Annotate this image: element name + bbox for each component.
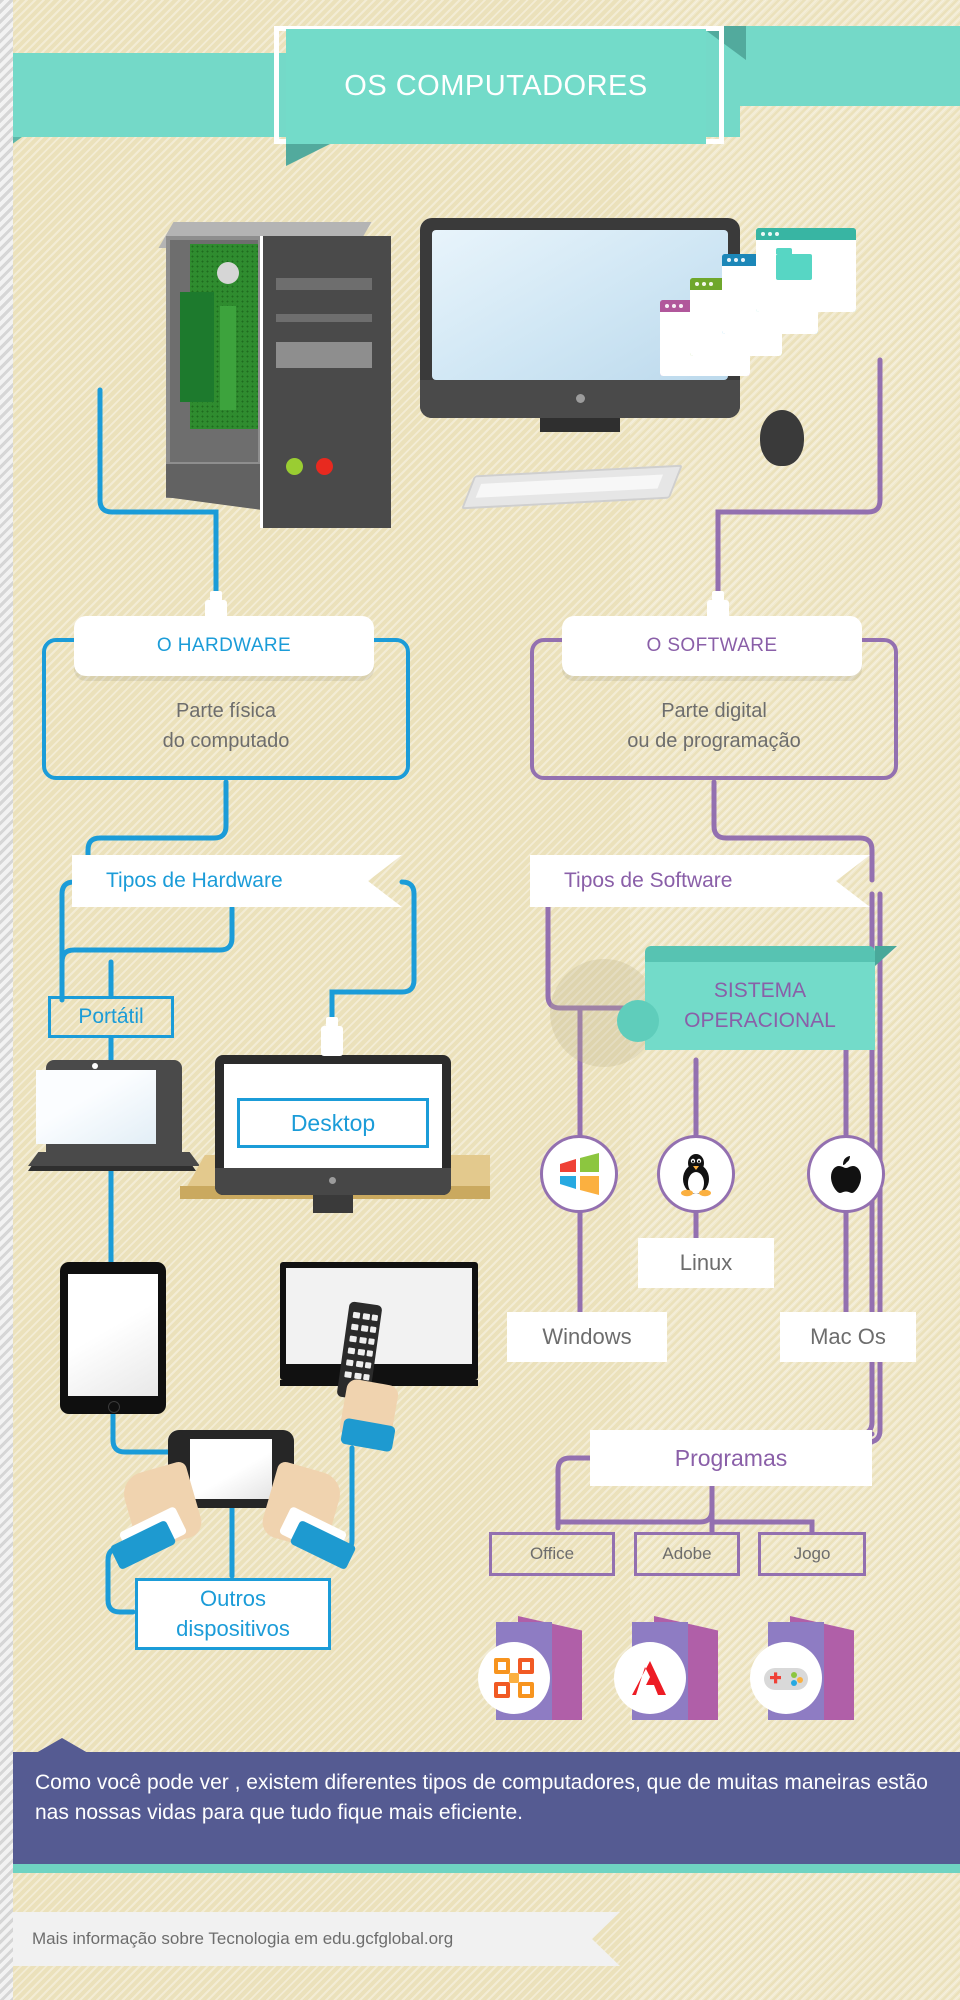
desktop-tower-illustration: [158, 222, 391, 528]
label-desktop: Desktop: [237, 1098, 429, 1148]
software-types-label: Tipos de Software: [564, 869, 733, 892]
apple-logo-icon: [831, 1156, 861, 1193]
caption-underline: [13, 1864, 960, 1873]
chip-office: Office: [489, 1532, 615, 1576]
header-title-panel: OS COMPUTADORES: [286, 29, 706, 144]
label-macos: Mac Os: [780, 1312, 916, 1362]
hardware-types-banner: Tipos de Hardware: [72, 855, 402, 907]
window-card-teal: [756, 228, 856, 312]
office-text: Office: [529, 1544, 575, 1563]
page-title: OS COMPUTADORES: [344, 70, 648, 102]
sistema-line2: OPERACIONAL: [684, 1009, 836, 1032]
program-box-office: [478, 1616, 582, 1720]
caption-notch: [36, 1738, 88, 1753]
plug-desktop-icon: [321, 1017, 343, 1056]
laptop-illustration: [28, 1060, 200, 1180]
paper-edge-decoration: [0, 0, 13, 2000]
footer-ribbon: Mais informação sobre Tecnologia em edu.…: [0, 1912, 620, 1966]
header-title-fold: [286, 144, 330, 166]
tablet-illustration: [60, 1262, 166, 1414]
linux-text: Linux: [679, 1250, 733, 1275]
desktop-text: Desktop: [290, 1109, 376, 1136]
programas-text: Programas: [674, 1444, 788, 1471]
hardware-card: O HARDWARE Parte física do computado: [42, 616, 410, 780]
label-linux: Linux: [638, 1238, 774, 1288]
gamepad-icon: [764, 1668, 808, 1690]
sistema-line1: SISTEMA: [713, 979, 807, 1002]
software-card: O SOFTWARE Parte digital ou de programaç…: [530, 616, 898, 780]
hardware-types-label: Tipos de Hardware: [106, 869, 283, 892]
caption-text: Como você pode ver , existem diferentes …: [35, 1771, 928, 1824]
chip-adobe: Adobe: [634, 1532, 740, 1576]
power-led-red-icon: [316, 458, 333, 475]
power-led-green-icon: [286, 458, 303, 475]
caption-panel: Como você pode ver , existem diferentes …: [13, 1752, 960, 1864]
chip-jogo: Jogo: [758, 1532, 866, 1576]
hardware-description-line2: do computado: [162, 730, 290, 752]
hardware-description: Parte física do computado: [46, 696, 406, 756]
sistema-operacional-banner: SISTEMA OPERACIONAL: [550, 946, 897, 1067]
os-circle-windows: [540, 1135, 618, 1213]
outros-line2: dispositivos: [176, 1616, 290, 1641]
software-description-line2: ou de programação: [627, 730, 801, 752]
software-description-line1: Parte digital: [661, 700, 767, 722]
adobe-logo-icon: [632, 1661, 666, 1695]
software-title: O SOFTWARE: [646, 635, 778, 656]
software-types-banner: Tipos de Software: [530, 855, 870, 907]
footer-text: Mais informação sobre Tecnologia em edu.…: [32, 1929, 454, 1948]
program-box-jogo: [750, 1616, 854, 1720]
label-outros-dispositivos: Outros dispositivos: [135, 1578, 331, 1650]
windows-text: Windows: [542, 1324, 632, 1349]
mouse-illustration: [760, 410, 804, 466]
linux-penguin-icon: [681, 1154, 711, 1197]
jogo-text: Jogo: [793, 1544, 831, 1563]
label-portatil: Portátil: [48, 996, 174, 1038]
program-box-adobe: [614, 1616, 718, 1720]
banner-dot-decoration: [617, 1000, 659, 1042]
hardware-description-line1: Parte física: [175, 700, 277, 722]
plug-hardware-icon: [205, 591, 227, 630]
office-logo-icon: [494, 1658, 534, 1698]
os-circle-linux: [657, 1135, 735, 1213]
banner-top-strip: [645, 946, 875, 963]
folder-icon: [776, 248, 812, 280]
hardware-title: O HARDWARE: [156, 635, 292, 656]
banner-body: SISTEMA OPERACIONAL: [617, 962, 875, 1050]
label-windows: Windows: [507, 1312, 667, 1362]
label-programas: Programas: [590, 1430, 872, 1486]
banner-fold: [875, 946, 897, 966]
software-description: Parte digital ou de programação: [534, 696, 894, 756]
os-circle-macos: [807, 1135, 885, 1213]
adobe-text: Adobe: [662, 1544, 712, 1563]
outros-line1: Outros: [199, 1586, 267, 1611]
portatil-text: Portátil: [78, 1005, 144, 1028]
macos-text: Mac Os: [810, 1324, 886, 1349]
plug-software-icon: [707, 591, 729, 630]
windows-logo-icon: [560, 1153, 599, 1195]
infographic-page: OS COMPUTADORES O HARDWARE Parte física …: [0, 0, 960, 2000]
